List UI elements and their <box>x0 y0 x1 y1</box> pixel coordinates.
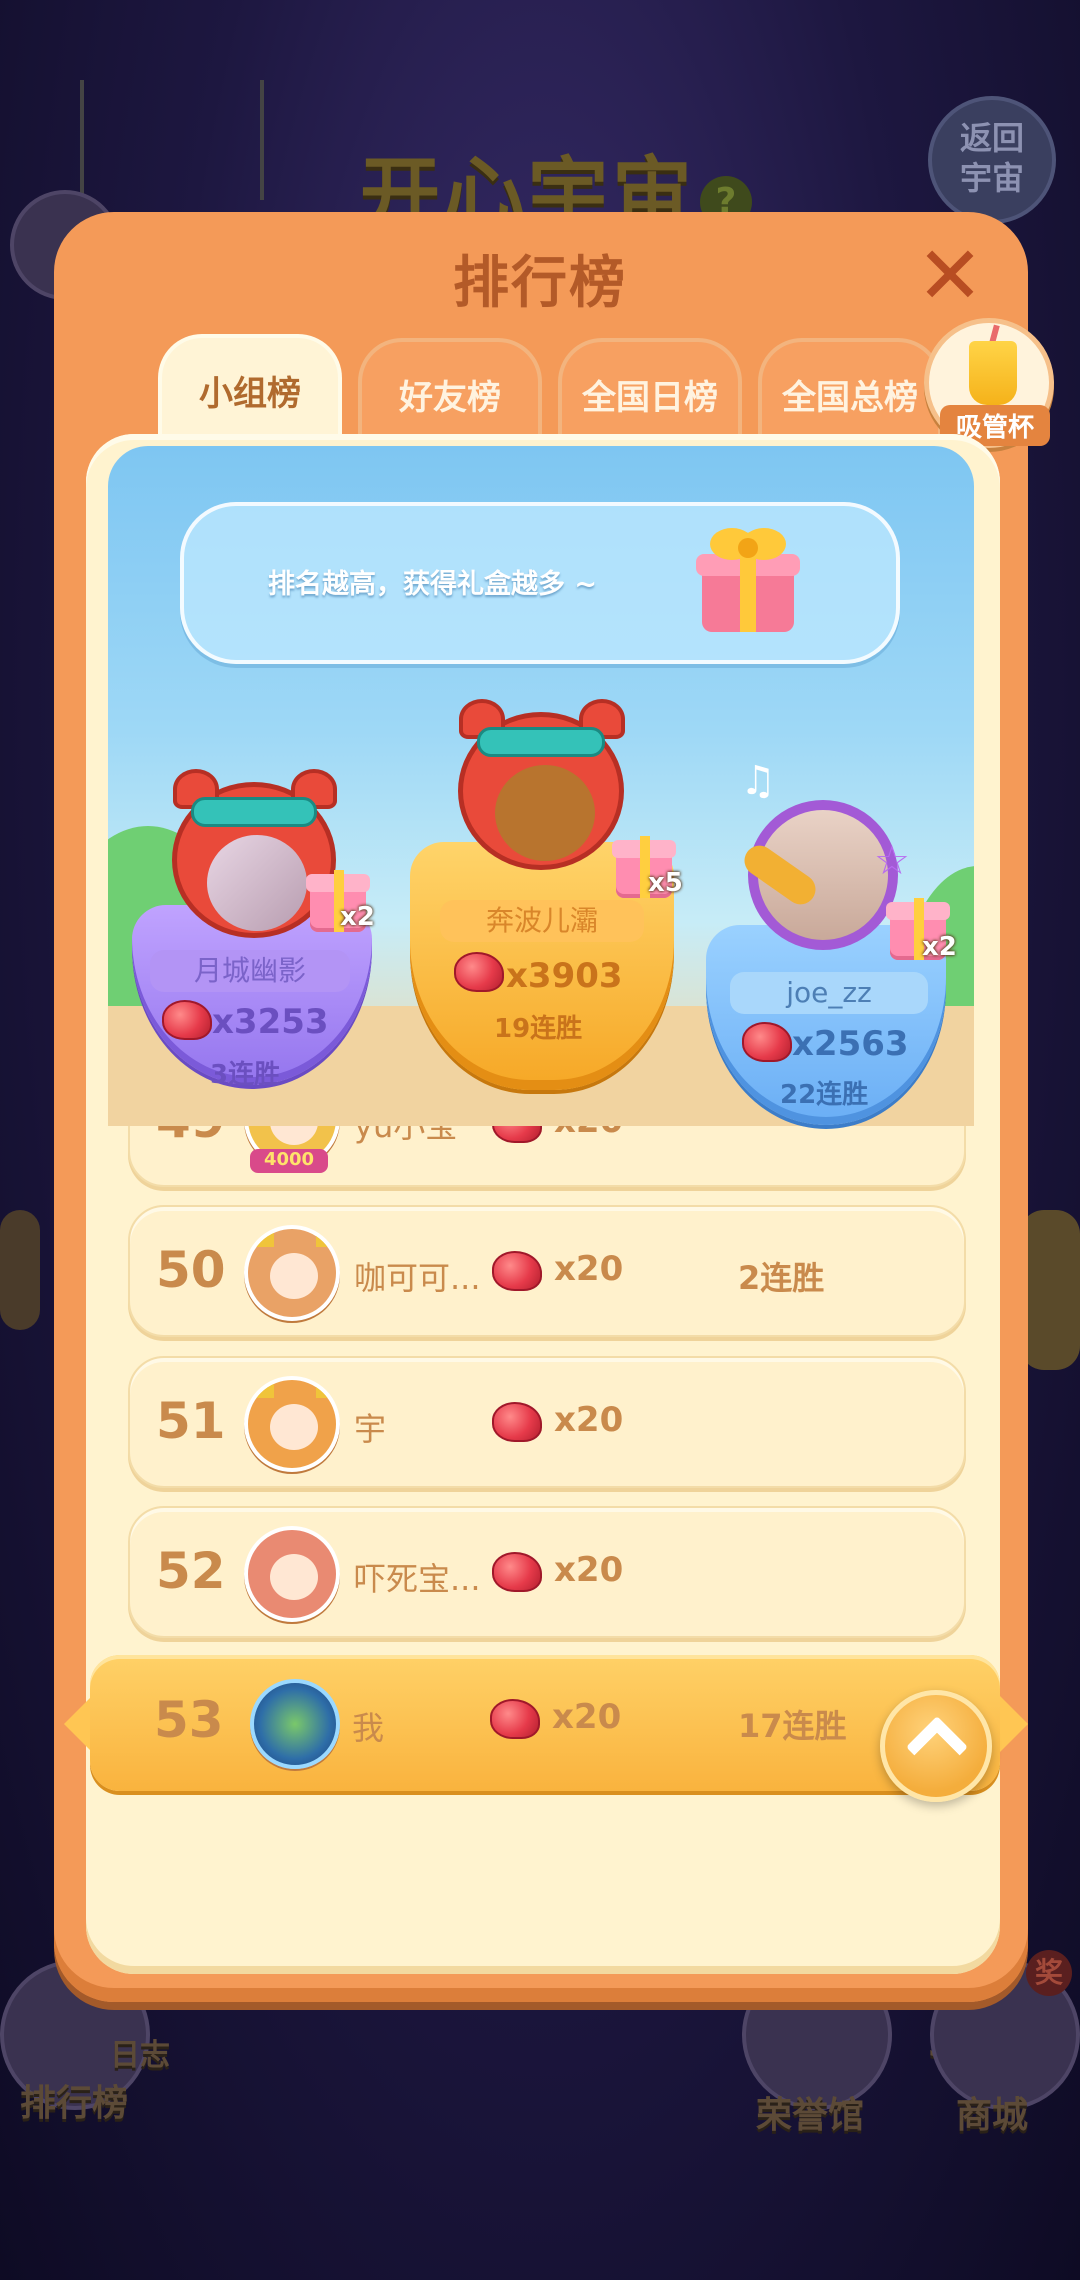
row-rank: 52 <box>156 1542 226 1600</box>
avatar-badge: 4000 <box>250 1149 328 1173</box>
gem-icon <box>492 1552 542 1592</box>
avatar <box>244 1225 340 1321</box>
table-row: 50 咖可可... x20 2连胜 <box>128 1205 966 1337</box>
cup-icon <box>969 341 1017 405</box>
podium-first-streak: 19连胜 <box>494 1014 583 1044</box>
background-back-button: 返回 宇宙 <box>928 96 1056 224</box>
chevron-up-icon <box>905 1715 969 1779</box>
podium-first-name: 奔波儿灞 <box>440 900 644 942</box>
avatar <box>244 1526 340 1622</box>
info-text: 排名越高，获得礼盒越多 ~ <box>268 569 598 600</box>
background-honor-label: 荣誉馆 <box>756 2095 865 2136</box>
star-icon: ☆ <box>874 838 910 884</box>
my-rank-row: 53 我 x20 17连胜 <box>90 1655 1000 1791</box>
back-button-line-1: 返回 <box>959 119 1024 157</box>
my-row-left-arrow <box>64 1696 92 1752</box>
my-rank: 53 <box>154 1691 224 1749</box>
tab-national-total[interactable]: 全国总榜 <box>758 338 942 442</box>
gem-icon <box>162 1000 212 1040</box>
tab-group[interactable]: 小组榜 <box>158 334 342 444</box>
row-count: x20 <box>554 1249 624 1289</box>
my-count: x20 <box>552 1697 622 1737</box>
gem-icon <box>490 1699 540 1739</box>
my-row-right-arrow <box>1000 1696 1028 1752</box>
gem-icon <box>454 952 504 992</box>
row-name: 咖可可... <box>354 1259 481 1297</box>
background-leaderboard-label: 排行榜 <box>20 2083 129 2124</box>
gem-icon <box>492 1251 542 1291</box>
podium-second-name: 月城幽影 <box>150 950 350 992</box>
podium-third-streak: 22连胜 <box>780 1080 869 1110</box>
tab-national-daily[interactable]: 全国日榜 <box>558 338 742 442</box>
gift-multiplier: x2 <box>340 902 375 932</box>
podium-second-streak: 3连胜 <box>210 1060 281 1090</box>
podium-third-name: joe_zz <box>730 972 928 1014</box>
podium-second-score: x3253 <box>212 1002 329 1042</box>
my-name: 我 <box>352 1709 385 1747</box>
tiger-avatar-frame <box>458 699 625 870</box>
background-lantern-string <box>260 80 264 200</box>
podium-third-score: x2563 <box>792 1024 909 1064</box>
close-button[interactable]: ✕ <box>912 236 988 316</box>
row-count: x20 <box>554 1400 624 1440</box>
gift-multiplier: x5 <box>648 868 683 898</box>
background-side-card <box>0 1210 40 1330</box>
row-rank: 51 <box>156 1392 226 1450</box>
background-log-label: 日志 <box>110 2038 170 2073</box>
background-lantern-string <box>80 80 84 200</box>
row-rank: 50 <box>156 1241 226 1299</box>
gift-box-icon <box>696 528 800 632</box>
gem-icon <box>742 1022 792 1062</box>
row-name: 宇 <box>354 1410 387 1448</box>
podium-first-score: x3903 <box>506 956 623 996</box>
row-name: 吓死宝... <box>354 1560 481 1598</box>
my-streak: 17连胜 <box>738 1707 847 1745</box>
avatar <box>244 1376 340 1472</box>
table-row: 51 宇 x20 <box>128 1356 966 1488</box>
background-shop-badge: 奖 <box>1026 1950 1072 1996</box>
background-shop-label: 商城 <box>956 2095 1029 2136</box>
back-button-line-2: 宇宙 <box>959 159 1024 197</box>
table-row: 52 吓死宝... x20 <box>128 1506 966 1638</box>
music-notes-icon: ♫ <box>740 758 776 804</box>
tab-friends[interactable]: 好友榜 <box>358 338 542 442</box>
row-streak: 2连胜 <box>738 1259 825 1297</box>
row-count: x20 <box>554 1550 624 1590</box>
background-side-card <box>1020 1210 1080 1370</box>
my-avatar <box>250 1679 340 1769</box>
scroll-to-top-button[interactable] <box>880 1690 992 1802</box>
gem-icon <box>492 1402 542 1442</box>
gift-multiplier: x2 <box>922 932 957 962</box>
